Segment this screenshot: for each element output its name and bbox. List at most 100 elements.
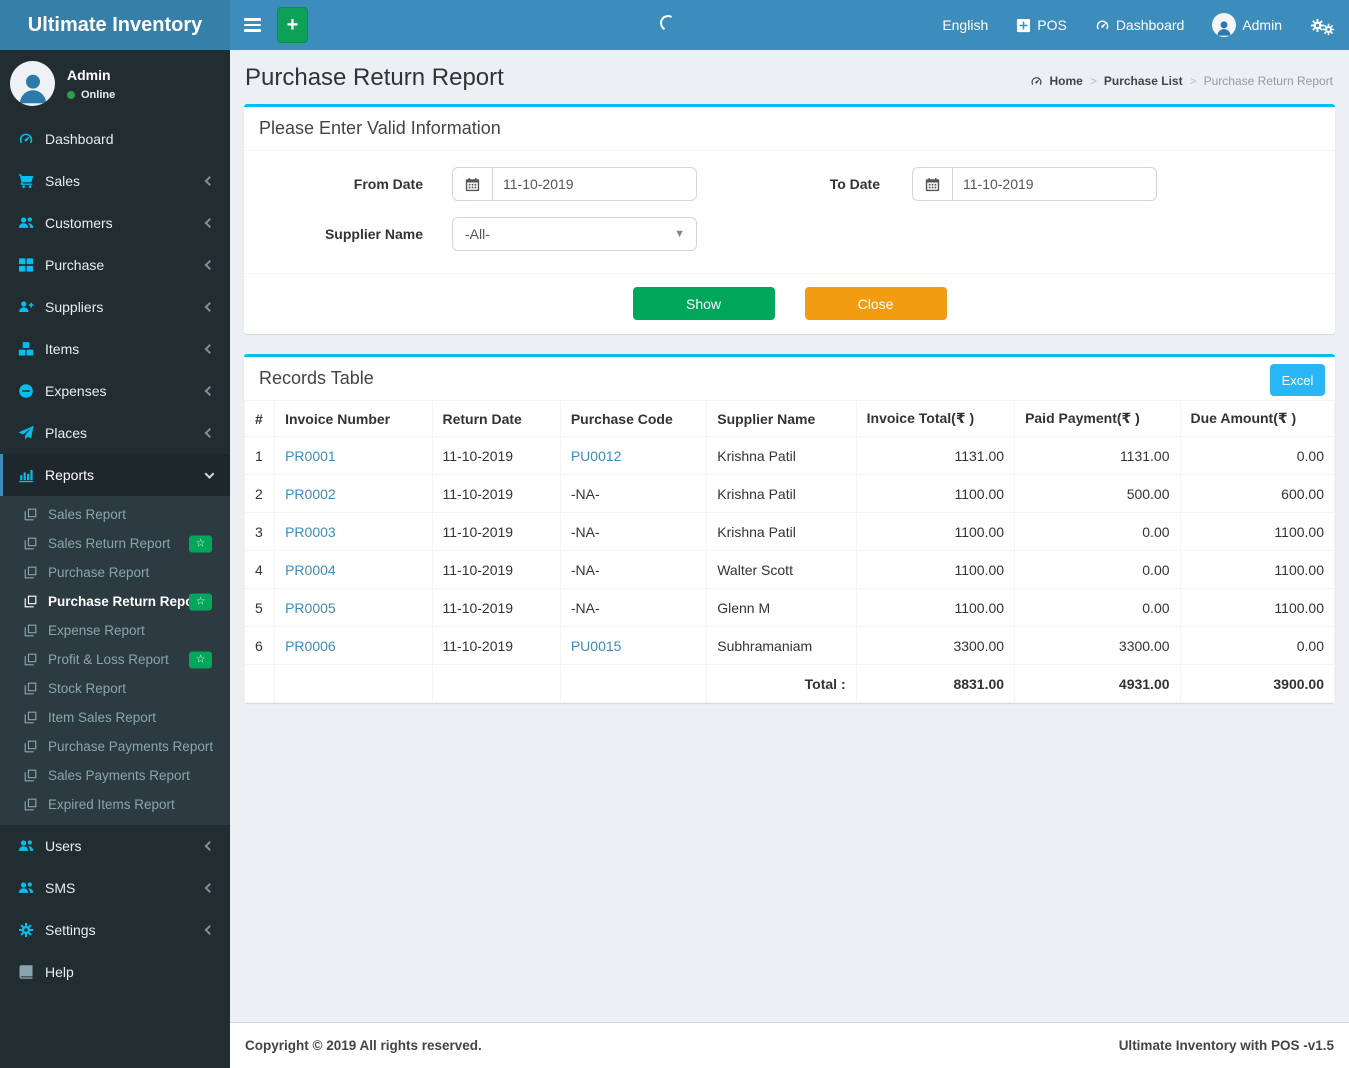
- sidebar-item-sales[interactable]: Sales: [0, 160, 230, 202]
- sidebar-subitem-sales-return-report[interactable]: Sales Return Report ☆: [0, 529, 230, 558]
- excel-export-button[interactable]: Excel: [1270, 364, 1325, 396]
- settings-menu[interactable]: [1296, 0, 1349, 50]
- person-icon: [1215, 19, 1233, 37]
- quick-add-button[interactable]: +: [277, 7, 308, 43]
- language-menu[interactable]: English: [928, 0, 1002, 50]
- pos-link[interactable]: POS: [1002, 0, 1081, 50]
- sidebar-item-purchase[interactable]: Purchase: [0, 244, 230, 286]
- sidebar-subitem-expired-items-report[interactable]: Expired Items Report: [0, 790, 230, 819]
- users-icon: [18, 215, 34, 231]
- invoice-link[interactable]: PR0006: [285, 638, 336, 654]
- copy-icon: [24, 624, 37, 637]
- purchase-code-link[interactable]: PU0012: [571, 448, 622, 464]
- sidebar-subitem-stock-report[interactable]: Stock Report: [0, 674, 230, 703]
- table-header-row: # Invoice Number Return Date Purchase Co…: [243, 400, 1336, 437]
- from-date-input[interactable]: [493, 168, 696, 200]
- version-text: Ultimate Inventory with POS -v1.5: [1118, 1038, 1334, 1053]
- grid-icon: [18, 257, 34, 273]
- invoice-link[interactable]: PR0003: [285, 524, 336, 540]
- total-invoice: 8831.00: [855, 664, 1016, 703]
- col-purchase-code: Purchase Code: [559, 400, 708, 437]
- to-date-input[interactable]: [953, 168, 1156, 200]
- minus-circle-icon: [18, 383, 34, 399]
- sidebar-item-help[interactable]: Help: [0, 951, 230, 993]
- sidebar-toggle-button[interactable]: [230, 0, 275, 50]
- sidebar-item-suppliers[interactable]: Suppliers: [0, 286, 230, 328]
- sidebar-user-panel: Admin Online: [0, 50, 230, 118]
- total-due: 3900.00: [1179, 664, 1336, 703]
- copy-icon: [24, 769, 37, 782]
- table-row: 4 PR0004 11-10-2019 -NA- Walter Scott 11…: [243, 550, 1336, 589]
- calendar-icon[interactable]: [453, 168, 493, 200]
- col-due-amount: Due Amount(₹ ): [1179, 400, 1336, 437]
- show-button[interactable]: Show: [632, 287, 775, 320]
- copy-icon: [24, 537, 37, 550]
- invoice-link[interactable]: PR0001: [285, 448, 336, 464]
- user-status: Online: [67, 89, 115, 101]
- cubes-icon: [18, 341, 34, 357]
- sidebar-item-users[interactable]: Users: [0, 825, 230, 867]
- brand-title: Ultimate Inventory: [27, 13, 203, 36]
- gauge-icon: [18, 131, 34, 147]
- sidebar-item-expenses[interactable]: Expenses: [0, 370, 230, 412]
- content-header: Purchase Return Report Home > Purchase L…: [230, 50, 1349, 104]
- sidebar-subitem-item-sales-report[interactable]: Item Sales Report: [0, 703, 230, 732]
- close-button[interactable]: Close: [804, 287, 947, 320]
- records-table-title: Records Table: [259, 368, 374, 388]
- chevron-left-icon: [204, 841, 215, 851]
- sidebar-item-label: Users: [45, 838, 82, 854]
- sidebar-item-label: Reports: [45, 467, 95, 483]
- records-panel-header: Records Table Excel: [244, 357, 1335, 400]
- copy-icon: [24, 508, 37, 521]
- copy-icon: [24, 595, 37, 608]
- dashboard-link[interactable]: Dashboard: [1081, 0, 1199, 50]
- sidebar-subitem-profit-loss-report[interactable]: Profit & Loss Report ☆: [0, 645, 230, 674]
- sidebar-item-label: Items: [45, 341, 80, 357]
- breadcrumb-purchase-list[interactable]: Purchase List: [1104, 74, 1183, 88]
- cart-icon: [18, 173, 34, 189]
- sidebar-subitem-expense-report[interactable]: Expense Report: [0, 616, 230, 645]
- to-date-field: [912, 167, 1157, 201]
- invoice-link[interactable]: PR0005: [285, 600, 336, 616]
- sidebar-item-sms[interactable]: SMS: [0, 867, 230, 909]
- book-icon: [18, 964, 34, 980]
- chevron-left-icon: [204, 925, 215, 935]
- user-menu[interactable]: Admin: [1198, 0, 1296, 50]
- supplier-select[interactable]: -All- ▼: [452, 217, 697, 251]
- sidebar-subitem-purchase-return-report[interactable]: Purchase Return Report ☆: [0, 587, 230, 616]
- invoice-link[interactable]: PR0004: [285, 562, 336, 578]
- copy-icon: [24, 653, 37, 666]
- copy-icon: [24, 740, 37, 753]
- sidebar-item-reports[interactable]: Reports: [0, 454, 230, 496]
- sidebar-item-places[interactable]: Places: [0, 412, 230, 454]
- sidebar-subitem-sales-payments-report[interactable]: Sales Payments Report: [0, 761, 230, 790]
- chevron-down-icon: [204, 469, 215, 479]
- person-icon: [15, 70, 51, 106]
- table-total-row: Total : 8831.00 4931.00 3900.00: [243, 664, 1336, 703]
- sidebar-subitem-sales-report[interactable]: Sales Report: [0, 500, 230, 529]
- sidebar-item-label: Dashboard: [45, 131, 114, 147]
- plus-square-icon: [1016, 18, 1031, 33]
- chevron-left-icon: [204, 428, 215, 438]
- bar-chart-icon: [18, 467, 34, 483]
- sidebar-item-label: Places: [45, 425, 88, 441]
- sidebar-item-customers[interactable]: Customers: [0, 202, 230, 244]
- online-dot-icon: [67, 90, 75, 99]
- sidebar-item-dashboard[interactable]: Dashboard: [0, 118, 230, 160]
- purchase-code-link[interactable]: PU0015: [571, 638, 622, 654]
- invoice-link[interactable]: PR0002: [285, 486, 336, 502]
- calendar-icon[interactable]: [913, 168, 953, 200]
- caret-down-icon: ▼: [674, 228, 685, 240]
- sidebar-item-items[interactable]: Items: [0, 328, 230, 370]
- sidebar-item-settings[interactable]: Settings: [0, 909, 230, 951]
- cogs-icon: [18, 922, 34, 938]
- sidebar-item-label: Expenses: [45, 383, 107, 399]
- sidebar-subitem-purchase-payments-report[interactable]: Purchase Payments Report: [0, 732, 230, 761]
- sidebar-subitem-purchase-report[interactable]: Purchase Report: [0, 558, 230, 587]
- col-invoice-number: Invoice Number: [274, 400, 433, 437]
- breadcrumb-home[interactable]: Home: [1050, 74, 1083, 88]
- brand-logo[interactable]: Ultimate Inventory: [0, 0, 230, 50]
- col-return-date: Return Date: [431, 400, 561, 437]
- user-name: Admin: [1242, 17, 1282, 33]
- users-icon: [18, 838, 34, 854]
